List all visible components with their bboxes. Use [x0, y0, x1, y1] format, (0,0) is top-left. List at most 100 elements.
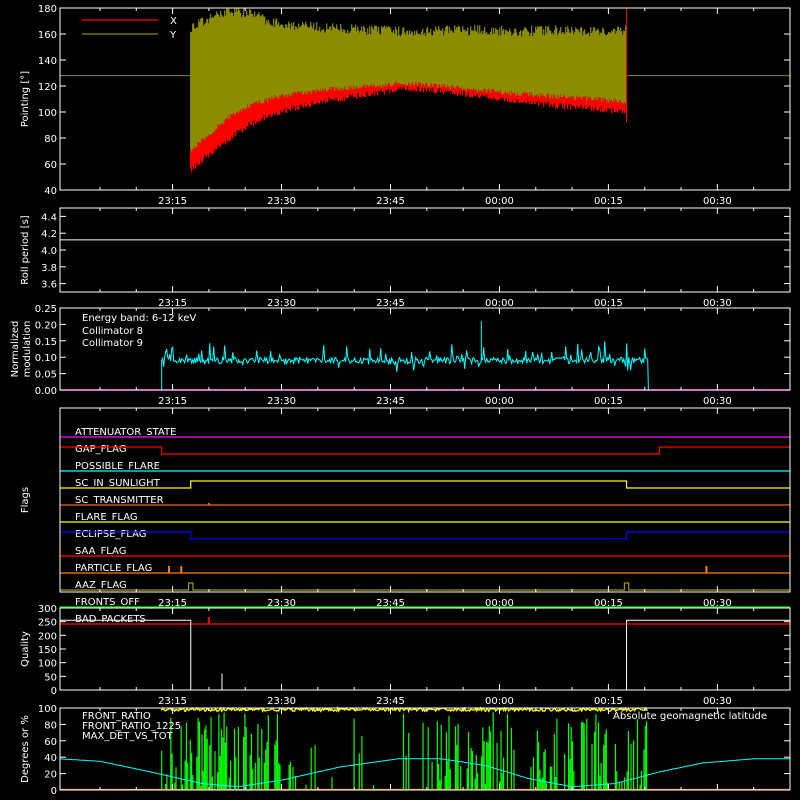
y-tick-label: 4.4	[41, 212, 57, 223]
y-tick-label: 0.25	[35, 304, 57, 315]
rhessi-quicklook-figure: 40 60 80 100 120 140 160 180 23:15 23:30 23:45 00:0…	[0, 0, 800, 800]
x-tick-label: 00:30	[703, 196, 732, 207]
y-tick-label: 200	[38, 631, 57, 642]
x-tick-label: 23:15	[158, 598, 187, 609]
x-tick-label: 23:15	[158, 396, 187, 407]
legend-geomagnetic-latitude: Absolute geomagnetic latitude	[613, 711, 767, 722]
x-tick-label: 23:45	[376, 196, 405, 207]
x-tick-label: 00:30	[703, 598, 732, 609]
y-tick-label: 20	[44, 770, 57, 781]
x-tick-label: 00:15	[594, 196, 623, 207]
quality-y-axis-title: Quality	[20, 631, 31, 667]
x-tick-label: 00:15	[594, 696, 623, 707]
legend-max-det-vs-tot: MAX_DET_VS_TOT	[82, 731, 174, 742]
y-tick-label: 4.2	[41, 229, 57, 240]
y-tick-label: 80	[44, 720, 57, 731]
y-tick-label: 300	[38, 604, 57, 615]
collimator-8-trace	[161, 341, 649, 391]
y-tick-label: 0.05	[35, 370, 57, 381]
x-tick-label: 23:45	[376, 396, 405, 407]
y-tick-label: 4.0	[41, 246, 57, 257]
modulation-y-axis-title-line1: Normalized	[10, 321, 21, 378]
flag-attenuator-state-label: ATTENUATOR_STATE	[75, 427, 176, 438]
x-tick-label: 23:15	[158, 298, 187, 309]
x-tick-label: 23:30	[267, 396, 296, 407]
x-tick-label: 00:30	[703, 298, 732, 309]
legend-label-y: Y	[169, 30, 177, 41]
flag-saa-flag-label: SAA_FLAG	[75, 546, 126, 557]
x-tick-label: 23:15	[158, 196, 187, 207]
y-tick-label: 0.20	[35, 320, 57, 331]
flag-gap-flag-label: GAP_FLAG	[75, 444, 127, 455]
y-tick-label: 160	[38, 30, 57, 41]
y-tick-label: 0.15	[35, 337, 57, 348]
flag-sc-in-sunlight-label: SC_IN_SUNLIGHT	[75, 478, 161, 489]
x-tick-label: 00:15	[594, 298, 623, 309]
modulation-legend-9: Collimator 9	[82, 338, 143, 349]
y-tick-label: 0.00	[35, 386, 57, 397]
geomagnetic-latitude-trace	[59, 758, 790, 788]
x-tick-label: 00:00	[485, 696, 514, 707]
y-tick-label: 100	[38, 659, 57, 670]
pointing-y-axis-title: Pointing [°]	[20, 71, 31, 127]
y-tick-label: 100	[38, 704, 57, 715]
y-tick-label: 60	[44, 737, 57, 748]
panel-frame-2	[59, 207, 791, 293]
series-y-envelope	[190, 7, 627, 153]
flag-possible-flare-label: POSSIBLE_FLARE	[75, 461, 160, 472]
flag-fronts-off-label: FRONTS_OFF	[75, 597, 140, 608]
x-tick-label: 00:15	[594, 598, 623, 609]
x-tick-label: 00:00	[485, 196, 514, 207]
x-tick-label: 00:15	[594, 396, 623, 407]
degrees-y-axis-title: Degrees or %	[20, 715, 31, 783]
y-tick-label: 40	[44, 186, 57, 197]
y-tick-label: 3.8	[41, 263, 57, 274]
figure-canvas: 40 60 80 100 120 140 160 180 23:15 23:30 23:45 00:0…	[10, 4, 791, 797]
flag-sc-in-sunlight-trace	[60, 480, 790, 489]
flag-bad-packets-label: BAD_PACKETS	[75, 614, 146, 625]
y-tick-label: 3.6	[41, 280, 57, 291]
x-tick-label: 00:00	[485, 598, 514, 609]
flag-sc-transmitter-label: SC_TRANSMITTER	[75, 495, 164, 506]
y-tick-label: 40	[44, 753, 57, 764]
legend-label-x: X	[170, 16, 177, 27]
modulation-y-axis-title-line2: modulation	[22, 321, 33, 378]
roll-period-y-axis-title: Roll period [s]	[20, 215, 31, 284]
x-tick-label: 23:30	[267, 298, 296, 309]
modulation-legend-title: Energy band: 6-12 keV	[82, 313, 196, 324]
x-tick-label: 00:30	[703, 696, 732, 707]
quality-trace	[60, 619, 790, 691]
flag-flare-flag-label: FLARE_FLAG	[75, 512, 138, 523]
flags-y-axis-title: Flags	[20, 487, 31, 513]
y-tick-label: 180	[38, 4, 57, 15]
y-tick-label: 50	[44, 672, 57, 683]
y-tick-label: 150	[38, 645, 57, 656]
flag-eclipse-flag-label: ECLIPSE_FLAG	[75, 529, 146, 540]
x-tick-label: 23:45	[376, 598, 405, 609]
flag-aaz-flag-trace	[60, 582, 790, 591]
x-tick-label: 23:30	[267, 598, 296, 609]
x-tick-label: 23:45	[376, 298, 405, 309]
modulation-legend-8: Collimator 8	[82, 326, 143, 337]
x-tick-label: 23:30	[267, 696, 296, 707]
y-tick-label: 140	[38, 56, 57, 67]
y-tick-label: 60	[44, 160, 57, 171]
flag-eclipse-flag-trace	[60, 531, 790, 540]
x-tick-label: 23:45	[376, 696, 405, 707]
y-tick-label: 80	[44, 134, 57, 145]
y-tick-label: 100	[38, 108, 57, 119]
x-tick-label: 00:00	[485, 298, 514, 309]
flag-aaz-flag-label: AAZ_FLAG	[75, 580, 127, 591]
x-tick-label: 23:30	[267, 196, 296, 207]
y-tick-label: 120	[38, 82, 57, 93]
x-tick-label: 00:30	[703, 396, 732, 407]
y-tick-label: 250	[38, 618, 57, 629]
front-ratio-1225-bars	[161, 712, 648, 790]
flag-particle-flag-label: PARTICLE_FLAG	[75, 563, 152, 574]
flag-gap-flag-trace	[60, 446, 790, 455]
y-tick-label: 0	[51, 686, 57, 697]
x-tick-label: 00:00	[485, 396, 514, 407]
y-tick-label: 0.10	[35, 353, 57, 364]
y-tick-label: 0	[51, 786, 57, 797]
x-tick-label: 23:15	[158, 696, 187, 707]
